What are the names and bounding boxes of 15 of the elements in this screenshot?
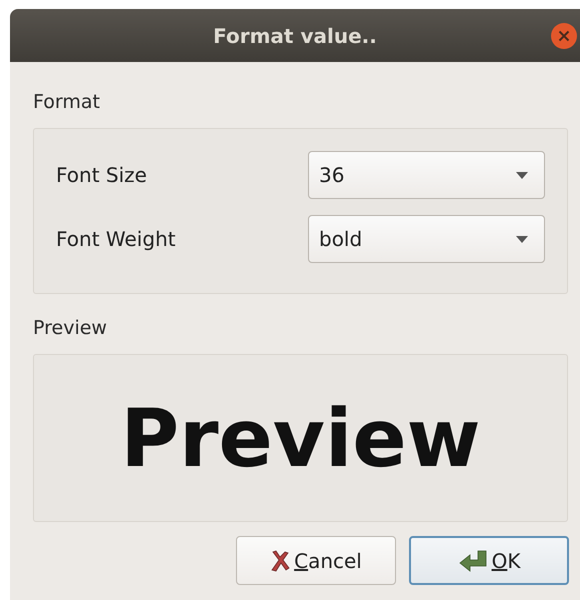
section-label: Preview (33, 316, 107, 340)
field-label: Font Weight (56, 227, 176, 251)
field-label: Font Size (56, 163, 147, 187)
cancel-button[interactable]: Cancel (236, 536, 396, 585)
section-label: Format (33, 90, 100, 114)
caret-icon (516, 172, 528, 178)
return-arrow-icon (458, 550, 488, 572)
window-title: Format value.. (213, 24, 377, 48)
cross-icon (270, 550, 290, 572)
dropdown[interactable]: 36 (308, 151, 545, 199)
caret-icon (516, 236, 528, 242)
preview-text: Preview (120, 392, 481, 484)
close-icon[interactable] (550, 22, 578, 50)
ok-button[interactable]: OK (409, 536, 569, 585)
dropdown[interactable]: bold (308, 215, 545, 263)
